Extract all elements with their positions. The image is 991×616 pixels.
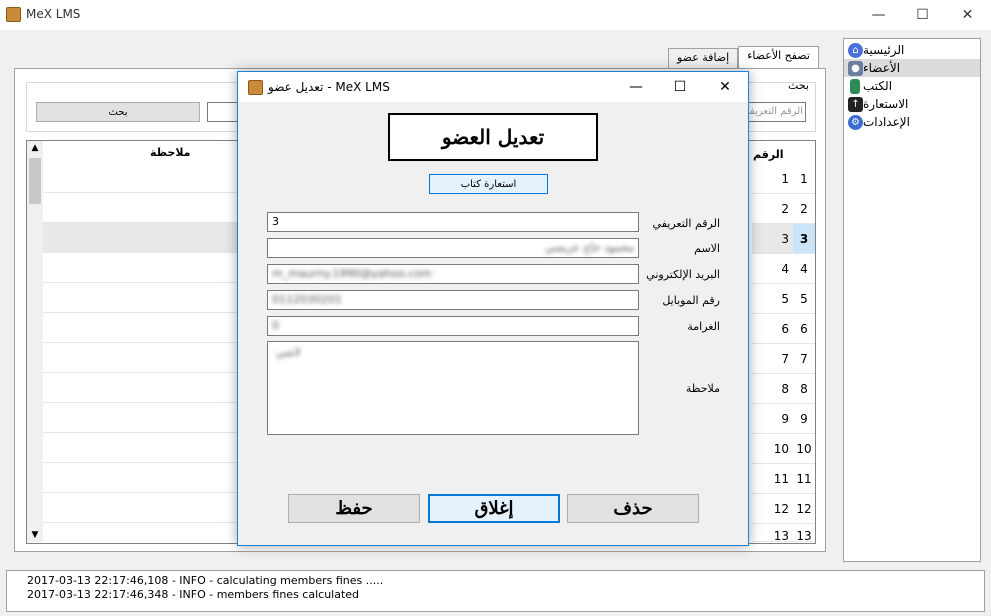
table-row[interactable] (43, 253, 238, 283)
row-header[interactable]: 2 (793, 194, 815, 224)
table-row[interactable] (43, 343, 238, 373)
row-header[interactable]: 4 (793, 254, 815, 284)
cell-id[interactable]: 1 (752, 164, 793, 194)
scroll-down-icon[interactable]: ▼ (27, 528, 43, 542)
grid-note-column (43, 163, 238, 543)
cell-id[interactable]: 12 (752, 494, 793, 524)
search-button[interactable]: بحث (36, 102, 200, 122)
fine-value: 0 (272, 319, 279, 332)
main-title-bar (0, 0, 991, 30)
row-header[interactable]: 8 (793, 374, 815, 404)
loan-book-button[interactable]: استعارة كتاب (429, 174, 548, 194)
table-row[interactable] (43, 403, 238, 433)
fine-field[interactable]: 0 (267, 316, 639, 336)
cell-id[interactable]: 9 (752, 404, 793, 434)
app-logo-icon (6, 7, 21, 22)
sidebar-item-label: الكتب (863, 79, 893, 93)
column-header-id[interactable]: الرقم (753, 148, 784, 161)
book-icon (850, 78, 860, 94)
table-row[interactable] (43, 283, 238, 313)
cell-id[interactable]: 6 (752, 314, 793, 344)
delete-button[interactable]: حذف (567, 494, 699, 523)
close-button[interactable]: ✕ (945, 0, 990, 30)
name-field[interactable]: محمود حاج عريسي (267, 238, 639, 258)
tab-add-member[interactable]: إضافة عضو (668, 48, 739, 70)
dialog-maximize-button[interactable]: ☐ (658, 72, 702, 102)
dialog-title: تعديل عضو - MeX LMS (268, 80, 390, 94)
row-header[interactable]: 11 (793, 464, 815, 494)
table-row[interactable] (43, 163, 238, 193)
note-value: لاشي (276, 346, 301, 359)
save-button[interactable]: حفظ (288, 494, 420, 523)
email-value: m_maurny.1990@yahoo.com (272, 267, 432, 280)
log-panel: 2017-03-13 22:17:46,108 - INFO - calcula… (6, 570, 985, 612)
upload-icon: ↑ (848, 96, 863, 112)
sidebar-item-label: الإعدادات (863, 115, 910, 129)
table-row[interactable] (43, 493, 238, 523)
mobile-field[interactable]: 0112030201 (267, 290, 639, 310)
cell-id-selected[interactable]: 3 (752, 224, 793, 254)
row-header[interactable]: 10 (793, 434, 815, 464)
cell-id[interactable]: 10 (752, 434, 793, 464)
sidebar-item-label: الرئيسية (863, 43, 905, 57)
maximize-button[interactable]: ☐ (900, 0, 945, 30)
sidebar-item-loans[interactable]: ↑ الاستعارة (844, 95, 980, 113)
log-line: 2017-03-13 22:17:46,348 - INFO - members… (27, 588, 360, 601)
grid-scroll-thumb[interactable] (29, 158, 41, 204)
edit-member-dialog: تعديل عضو - MeX LMS — ☐ ✕ تعديل العضو اس… (237, 71, 749, 546)
row-header[interactable]: 5 (793, 284, 815, 314)
name-value: محمود حاج عريسي (545, 241, 634, 254)
table-row[interactable] (43, 433, 238, 463)
dialog-close-button[interactable]: ✕ (703, 72, 747, 102)
tab-strip: إضافة عضو تصفح الأعضاء (668, 46, 819, 70)
cell-id[interactable]: 2 (752, 194, 793, 224)
app-title: MeX LMS (26, 7, 81, 21)
row-header[interactable]: 9 (793, 404, 815, 434)
cell-id[interactable]: 7 (752, 344, 793, 374)
sidebar-nav: ⌂ الرئيسية ● الأعضاء الكتب ↑ الاستعارة ⚙… (843, 38, 981, 562)
scroll-up-icon[interactable]: ▲ (27, 141, 43, 155)
row-header[interactable]: 6 (793, 314, 815, 344)
sidebar-item-members[interactable]: ● الأعضاء (844, 59, 980, 77)
id-search-input[interactable]: الرقم التعريفي (740, 102, 806, 122)
mobile-value: 0112030201 (272, 293, 342, 306)
search-group-label: بحث (788, 79, 809, 92)
sidebar-item-home[interactable]: ⌂ الرئيسية (844, 41, 980, 59)
sidebar-item-label: الأعضاء (863, 61, 901, 75)
note-textarea[interactable]: لاشي (267, 341, 639, 435)
sidebar-item-settings[interactable]: ⚙ الإعدادات (844, 113, 980, 131)
home-icon: ⌂ (848, 42, 863, 58)
table-row[interactable] (43, 373, 238, 403)
row-header[interactable]: 1 (793, 164, 815, 194)
log-line: 2017-03-13 22:17:46,108 - INFO - calcula… (27, 574, 384, 587)
table-row[interactable] (43, 223, 238, 253)
table-row[interactable] (43, 193, 238, 223)
row-header[interactable]: 13 (793, 524, 815, 542)
row-header-selected[interactable]: 3 (793, 224, 815, 254)
id-field[interactable]: 3 (267, 212, 639, 232)
tab-browse-members[interactable]: تصفح الأعضاء (738, 46, 819, 70)
settings-gear-icon: ⚙ (848, 114, 863, 130)
cell-id[interactable]: 13 (752, 524, 793, 542)
member-icon: ● (848, 60, 863, 76)
row-header[interactable]: 7 (793, 344, 815, 374)
cell-id[interactable]: 4 (752, 254, 793, 284)
sidebar-item-label: الاستعارة (863, 97, 909, 111)
cell-id[interactable]: 5 (752, 284, 793, 314)
column-header-note[interactable]: ملاحظة (150, 146, 190, 159)
dialog-minimize-button[interactable]: — (614, 72, 658, 102)
table-row[interactable] (43, 313, 238, 343)
close-dialog-button[interactable]: إغلاق (428, 494, 560, 523)
table-row[interactable] (43, 463, 238, 493)
dialog-app-icon (248, 80, 263, 95)
dialog-heading: تعديل العضو (388, 113, 598, 161)
cell-id[interactable]: 8 (752, 374, 793, 404)
row-header[interactable]: 12 (793, 494, 815, 524)
sidebar-item-books[interactable]: الكتب (844, 77, 980, 95)
minimize-button[interactable]: — (856, 0, 901, 30)
cell-id[interactable]: 11 (752, 464, 793, 494)
email-field[interactable]: m_maurny.1990@yahoo.com (267, 264, 639, 284)
